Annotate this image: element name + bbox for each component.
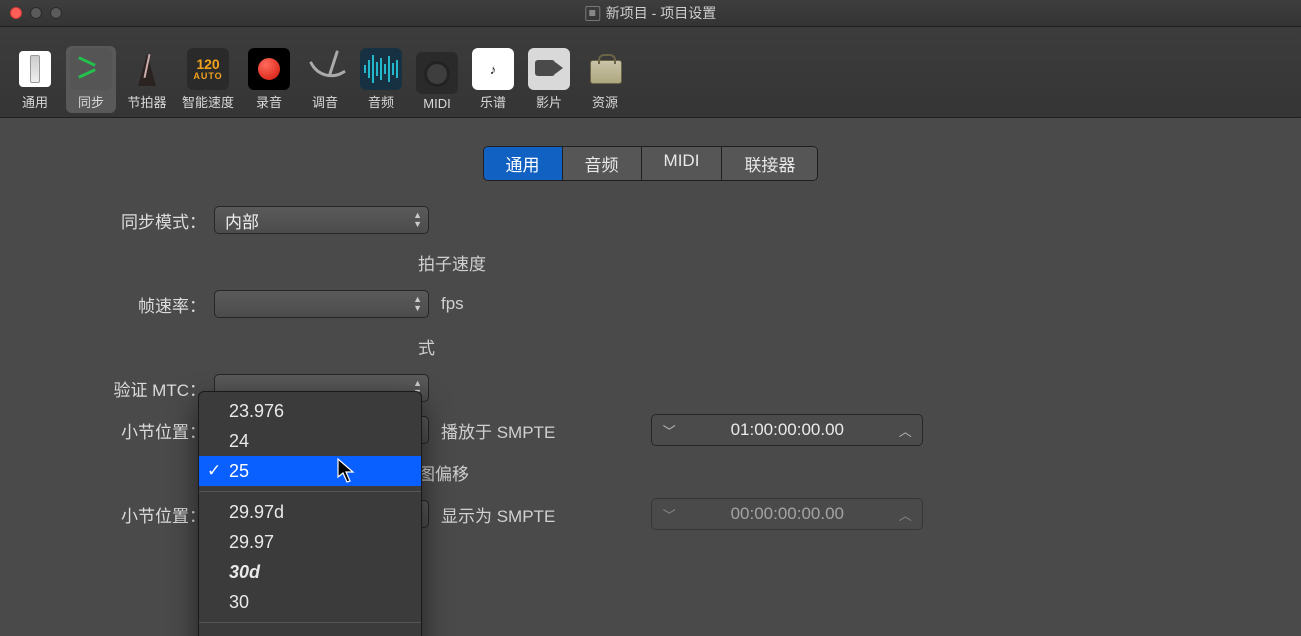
display-as-smpte-label: 显示为 SMPTE (441, 502, 555, 527)
toolbar-smart-tempo-label: 智能速度 (182, 92, 234, 111)
toolbar-sync[interactable]: 同步 (66, 46, 116, 113)
tab-audio[interactable]: 音频 (563, 147, 642, 180)
chevron-updown-icon: ▲▼ (413, 211, 422, 229)
toolbar-midi-label: MIDI (423, 96, 450, 111)
toolbar-recording[interactable]: 录音 (244, 46, 294, 113)
frame-rate-option[interactable]: 24 (199, 426, 421, 456)
smpte-time-field[interactable]: ﹀ 01:00:00:00.00 ︿ (651, 414, 923, 446)
label-validate-mtc: 验证 MTC： (0, 376, 214, 401)
label-bar-position: 小节位置： (0, 418, 214, 443)
frame-rate-option-label: 30 (229, 592, 249, 612)
metronome-icon (126, 48, 168, 90)
tuning-fork-icon (304, 48, 346, 90)
chevron-up-icon[interactable]: ︿ (888, 421, 922, 440)
minimize-window-button[interactable] (30, 7, 42, 19)
waveform-icon (360, 48, 402, 90)
toolbar-smart-tempo[interactable]: 120 AUTO 智能速度 (178, 46, 238, 113)
toolbar-midi[interactable]: MIDI (412, 50, 462, 113)
smpte-time-value: 01:00:00:00.00 (686, 420, 888, 440)
toolbar-tuning-label: 调音 (312, 92, 338, 111)
label-frame-rate: 帧速率： (0, 292, 214, 317)
frame-rate-option-label: 29.97 (229, 532, 274, 552)
menu-separator (199, 622, 421, 623)
tempo-auto: AUTO (193, 72, 222, 81)
chevron-up-icon[interactable]: ︿ (888, 505, 922, 524)
toolbar-score-label: 乐谱 (480, 92, 506, 111)
chevron-down-icon[interactable]: ﹀ (652, 421, 686, 440)
frame-rate-option[interactable]: 23.976 (199, 396, 421, 426)
fps-unit: fps (441, 294, 464, 314)
smpte-display-value: 00:00:00:00.00 (686, 504, 888, 524)
smpte-display-field[interactable]: ﹀ 00:00:00:00.00 ︿ (651, 498, 923, 530)
titlebar: 新项目 - 项目设置 (0, 0, 1301, 27)
tab-midi[interactable]: MIDI (642, 147, 723, 180)
camera-icon (528, 48, 570, 90)
label-bar-position-2: 小节位置： (0, 502, 214, 527)
label-sync-mode: 同步模式： (0, 208, 214, 233)
toolbar-metronome-label: 节拍器 (127, 92, 166, 111)
frame-rate-select[interactable]: ▲▼ (214, 290, 429, 318)
format-text: 式 (418, 334, 435, 359)
frame-rate-option-label: 23.976 (229, 401, 284, 421)
plays-at-smpte-label: 播放于 SMPTE (441, 418, 555, 443)
toolbar-movie[interactable]: 影片 (524, 46, 574, 113)
chevron-updown-icon: ▲▼ (413, 295, 422, 313)
score-icon: ♪ (472, 48, 514, 90)
sync-tabs: 通用 音频 MIDI 联接器 (0, 146, 1301, 181)
toolbar-general[interactable]: 通用 (10, 46, 60, 113)
sync-icon (70, 48, 112, 90)
sync-form: 同步模式： 内部 ▲▼ 拍子速度 帧速率： ▲▼ fps 式 验证 MTC： ▲… (0, 203, 1301, 531)
tab-general[interactable]: 通用 (484, 147, 563, 180)
toolbar-assets-label: 资源 (592, 92, 618, 111)
toolbar: 通用 同步 节拍器 120 AUTO 智能速度 录音 调音 音频 MIDI ♪ … (0, 27, 1301, 118)
sync-mode-value: 内部 (225, 208, 259, 233)
midi-icon (416, 52, 458, 94)
toolbar-audio-label: 音频 (368, 92, 394, 111)
content-area: 通用 音频 MIDI 联接器 同步模式： 内部 ▲▼ 拍子速度 帧速率： ▲▼ … (0, 146, 1301, 531)
check-icon: ✓ (207, 459, 221, 483)
chevron-down-icon[interactable]: ﹀ (652, 505, 686, 524)
toolbar-movie-label: 影片 (536, 92, 562, 111)
record-icon (248, 48, 290, 90)
frame-rate-option[interactable]: ✓ 25 (199, 456, 421, 486)
toolbar-general-label: 通用 (22, 92, 48, 111)
switch-icon (14, 48, 56, 90)
zoom-window-button[interactable] (50, 7, 62, 19)
tempo-number: 120 (196, 57, 219, 72)
frame-rate-option[interactable]: 30 (199, 587, 421, 617)
tab-unitor[interactable]: 联接器 (722, 147, 817, 180)
view-offset-text: 图偏移 (418, 460, 469, 485)
toolbar-metronome[interactable]: 节拍器 (122, 46, 172, 113)
smart-tempo-icon: 120 AUTO (187, 48, 229, 90)
menu-separator (199, 491, 421, 492)
frame-rate-option-label: 29.97d (229, 502, 284, 522)
frame-rate-option-label: 25 (229, 461, 249, 481)
window-title: 新项目 - 项目设置 (585, 3, 716, 23)
frame-rate-option-label: 30d (229, 562, 260, 582)
auto-tempo-text: 拍子速度 (418, 250, 486, 275)
frame-rate-option[interactable]: 29.97d (199, 497, 421, 527)
suitcase-icon (584, 48, 626, 90)
toolbar-assets[interactable]: 资源 (580, 46, 630, 113)
toolbar-score[interactable]: ♪ 乐谱 (468, 46, 518, 113)
window-title-text: 新项目 - 项目设置 (606, 3, 716, 23)
toolbar-tuning[interactable]: 调音 (300, 46, 350, 113)
close-window-button[interactable] (10, 7, 22, 19)
frame-rate-option-label: 24 (229, 431, 249, 451)
frame-rate-menu[interactable]: 23.97624✓2529.97d29.9730d305059.94d59.94… (198, 391, 422, 636)
window-controls (10, 7, 62, 19)
toolbar-audio[interactable]: 音频 (356, 46, 406, 113)
toolbar-sync-label: 同步 (78, 92, 104, 111)
frame-rate-option[interactable]: 50 (199, 628, 421, 636)
frame-rate-option[interactable]: 29.97 (199, 527, 421, 557)
project-icon (585, 6, 600, 21)
frame-rate-option[interactable]: 30d (199, 557, 421, 587)
sync-mode-select[interactable]: 内部 ▲▼ (214, 206, 429, 234)
toolbar-recording-label: 录音 (256, 92, 282, 111)
